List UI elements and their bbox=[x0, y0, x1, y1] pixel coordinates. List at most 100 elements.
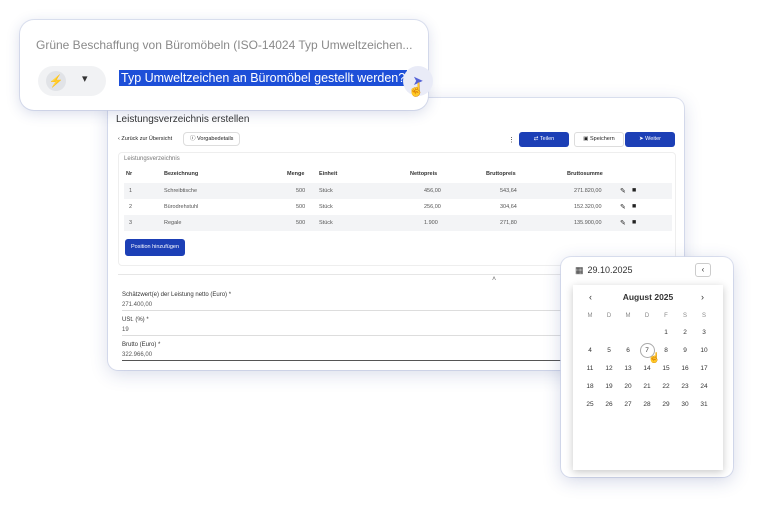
date-picker-card: ▦ 29.10.2025 ‹ ‹ August 2025 › MDMDFSS123… bbox=[561, 257, 733, 477]
share-button[interactable]: ⇄ Teilen bbox=[519, 132, 569, 147]
chevron-up-icon[interactable]: ˄ bbox=[492, 276, 496, 283]
weekday-label: F bbox=[664, 313, 668, 319]
col-header: Menge bbox=[287, 171, 305, 177]
col-header: Einheit bbox=[319, 171, 338, 177]
col-header: Bezeichnung bbox=[164, 171, 199, 177]
trash-icon[interactable]: ■ bbox=[632, 219, 636, 226]
calendar-day[interactable]: 29 bbox=[658, 401, 674, 408]
weekday-label: D bbox=[606, 313, 612, 319]
cell: Bürodrehstuhl bbox=[164, 204, 199, 210]
back-label: Zurück zur Übersicht bbox=[121, 136, 173, 142]
calendar-day[interactable]: 5 bbox=[601, 347, 617, 354]
calendar-day[interactable]: 14 bbox=[639, 365, 655, 372]
back-link[interactable]: ‹ Zurück zur Übersicht bbox=[118, 136, 172, 142]
col-header: Nettopreis bbox=[410, 171, 438, 177]
cell: 500 bbox=[296, 204, 306, 210]
col-header: Bruttopreis bbox=[486, 171, 516, 177]
cell: Stück bbox=[319, 204, 333, 210]
weekday-label: D bbox=[644, 313, 650, 319]
calendar-day[interactable]: 18 bbox=[582, 383, 598, 390]
hand-cursor-icon: ☝ bbox=[648, 353, 661, 364]
weekday-label: M bbox=[625, 313, 631, 319]
calendar-day[interactable]: 16 bbox=[677, 365, 693, 372]
field-label-estimate: Schätzwert(e) der Leistung netto (Euro) … bbox=[122, 292, 232, 298]
calendar-day[interactable]: 22 bbox=[658, 383, 674, 390]
calendar-day[interactable]: 17 bbox=[696, 365, 712, 372]
calendar-day[interactable]: 20 bbox=[620, 383, 636, 390]
next-label: Weiter bbox=[645, 136, 661, 142]
chevron-left-icon[interactable]: ‹ bbox=[695, 263, 711, 277]
calendar-day[interactable]: 6 bbox=[620, 347, 636, 354]
weekday-label: M bbox=[587, 313, 593, 319]
save-label: Speichern bbox=[589, 136, 615, 142]
mode-selector[interactable]: ⚡ ▾ bbox=[38, 66, 106, 96]
cell: Schreibtische bbox=[164, 188, 198, 194]
field-gross[interactable]: 322.966,00 bbox=[122, 352, 152, 358]
cell: 304,64 bbox=[500, 204, 517, 210]
calendar-day[interactable]: 19 bbox=[601, 383, 617, 390]
cell: 1 bbox=[129, 188, 133, 194]
edit-icon[interactable]: ✎ bbox=[620, 203, 626, 211]
details-label: Vorgabedetails bbox=[197, 136, 234, 142]
trash-icon[interactable]: ■ bbox=[632, 203, 636, 210]
calendar-day[interactable]: 13 bbox=[620, 365, 636, 372]
bolt-icon: ⚡ bbox=[46, 71, 66, 91]
edit-icon[interactable]: ✎ bbox=[620, 187, 626, 195]
cell: 271.820,00 bbox=[574, 188, 602, 194]
calendar-day[interactable]: 3 bbox=[696, 329, 712, 336]
more-vertical-icon[interactable]: ⋮ bbox=[508, 136, 515, 144]
table-row: 1 Schreibtische 500 Stück 456,00 543,64 … bbox=[124, 183, 672, 199]
add-position-button[interactable]: Position hinzufügen bbox=[125, 239, 186, 256]
cell: 256,00 bbox=[424, 204, 441, 210]
save-button[interactable]: ▣ Speichern bbox=[574, 132, 624, 147]
field-estimate[interactable]: 271.400,00 bbox=[122, 302, 152, 308]
calendar-day[interactable]: 23 bbox=[677, 383, 693, 390]
cell: Regale bbox=[164, 220, 182, 226]
calendar-day[interactable]: 21 bbox=[639, 383, 655, 390]
calendar-day[interactable]: 2 bbox=[677, 329, 693, 336]
date-value: 29.10.2025 bbox=[587, 265, 633, 275]
field-label-gross: Brutto (Euro) * bbox=[122, 342, 161, 348]
calendar-icon: ▦ bbox=[575, 265, 584, 275]
edit-icon[interactable]: ✎ bbox=[620, 219, 626, 227]
calendar-day[interactable]: 10 bbox=[696, 347, 712, 354]
prompt-input-selected-text[interactable]: Typ Umweltzeichen an Büromöbel gestellt … bbox=[119, 70, 408, 86]
cell: 271,80 bbox=[500, 220, 517, 226]
hand-cursor-icon: ☝ bbox=[408, 82, 425, 97]
table-row: 2 Bürodrehstuhl 500 Stück 256,00 304,64 … bbox=[124, 199, 672, 215]
next-button[interactable]: ➤ Weiter bbox=[625, 132, 675, 147]
field-label-vat: USt. (%) * bbox=[122, 317, 149, 323]
calendar-day[interactable]: 25 bbox=[582, 401, 598, 408]
calendar-day[interactable]: 12 bbox=[601, 365, 617, 372]
chevron-down-icon: ▾ bbox=[82, 73, 88, 85]
calendar-day[interactable]: 31 bbox=[696, 401, 712, 408]
calendar-day[interactable]: 30 bbox=[677, 401, 693, 408]
cell: 152.320,00 bbox=[574, 204, 602, 210]
details-button[interactable]: ⓘ Vorgabedetails bbox=[183, 132, 241, 146]
cell: Stück bbox=[319, 220, 333, 226]
trash-icon[interactable]: ■ bbox=[632, 187, 636, 194]
next-month-icon[interactable]: › bbox=[701, 292, 704, 302]
calendar-panel: ‹ August 2025 › M D M D F S S 1 2 3 4 5 6 7 8 9 10 11 12 13… bbox=[573, 285, 723, 470]
cell: 456,00 bbox=[424, 188, 441, 194]
calendar-day[interactable]: 1 bbox=[658, 329, 674, 336]
calendar-day[interactable]: 4 bbox=[582, 347, 598, 354]
prompt-subtitle: Grüne Beschaffung von Büromöbeln (ISO-14… bbox=[36, 38, 413, 52]
cell: 135.900,00 bbox=[574, 220, 602, 226]
calendar-day[interactable]: 26 bbox=[601, 401, 617, 408]
calendar-day[interactable]: 9 bbox=[677, 347, 693, 354]
field-vat[interactable]: 19 bbox=[122, 327, 129, 333]
date-input[interactable]: ▦ 29.10.2025 bbox=[575, 265, 633, 276]
col-header: Nr bbox=[126, 171, 133, 177]
cell: 2 bbox=[129, 204, 133, 210]
calendar-day[interactable]: 15 bbox=[658, 365, 674, 372]
cell: 500 bbox=[296, 188, 306, 194]
weekday-label: S bbox=[701, 313, 706, 319]
calendar-day[interactable]: 27 bbox=[620, 401, 636, 408]
calendar-day[interactable]: 24 bbox=[696, 383, 712, 390]
calendar-day[interactable]: 11 bbox=[582, 365, 598, 372]
calendar-day[interactable]: 28 bbox=[639, 401, 655, 408]
table-header: Nr Bezeichnung Menge Einheit Nettopreis … bbox=[124, 171, 672, 181]
cell: 500 bbox=[296, 220, 306, 226]
cell: 1.900 bbox=[424, 220, 438, 226]
